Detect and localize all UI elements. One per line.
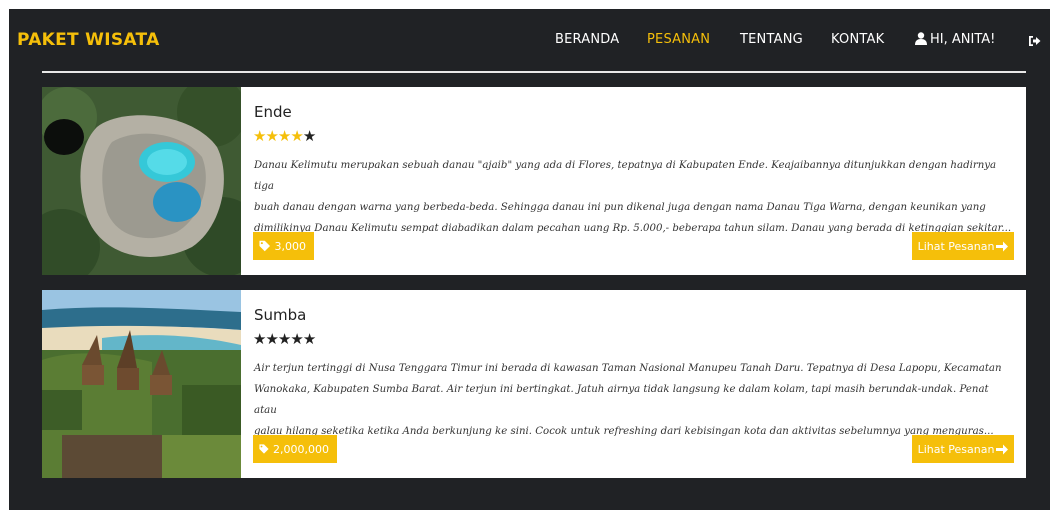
package-description: Air terjun tertinggi di Nusa Tenggara Ti… [254,358,1014,442]
package-title: Ende [254,103,292,121]
arrow-right-icon [996,241,1009,251]
description-line: Air terjun tertinggi di Nusa Tenggara Ti… [254,363,1002,374]
star-icon: ★ [302,330,316,348]
price-badge: 2,000,000 [253,435,337,463]
price-value: 3,000 [274,239,307,253]
star-icon: ★ [290,330,303,348]
star-icon: ★ [277,127,291,145]
divider [42,71,1026,73]
user-icon [915,32,927,45]
arrow-right-icon [996,444,1009,454]
package-image-ende [42,87,241,275]
star-icon: ★ [265,127,278,145]
rating-stars: ★★★★★ [253,127,316,145]
star-icon: ★ [253,330,266,348]
view-order-label: Lihat Pesanan [917,239,995,253]
package-card-sumba: Sumba ★★★★★ Air terjun tertinggi di Nusa… [42,290,1026,478]
star-icon: ★ [265,330,278,348]
description-line: galau hilang seketika ketika Anda berkun… [254,426,994,437]
package-description: Danau Kelimutu merupakan sebuah danau "a… [254,155,1014,239]
price-value: 2,000,000 [273,442,329,456]
price-badge: 3,000 [253,232,314,260]
app-root: PAKET WISATA BERANDA PESANAN TENTANG KON… [9,9,1050,510]
tag-icon [259,240,271,252]
view-order-button[interactable]: Lihat Pesanan [912,232,1014,260]
description-line: Danau Kelimutu merupakan sebuah danau "a… [254,160,997,192]
description-line: buah danau dengan warna yang berbeda-bed… [254,202,986,213]
user-menu[interactable]: HI, ANITA! [915,32,995,47]
logout-button[interactable] [1028,32,1041,51]
user-greeting: HI, ANITA! [930,32,996,47]
nav-link-pesanan[interactable]: PESANAN [647,32,710,47]
brand-logo[interactable]: PAKET WISATA [17,30,160,50]
view-order-label: Lihat Pesanan [917,442,995,456]
package-card-ende: Ende ★★★★★ Danau Kelimutu merupakan sebu… [42,87,1026,275]
star-icon: ★ [290,127,303,145]
nav-link-beranda[interactable]: BERANDA [555,32,619,47]
star-icon: ★ [253,127,266,145]
description-line: Wanokaka, Kabupaten Sumba Barat. Air ter… [254,384,989,416]
rating-stars: ★★★★★ [253,330,316,348]
sign-out-icon [1029,36,1041,46]
navbar: PAKET WISATA BERANDA PESANAN TENTANG KON… [9,9,1050,71]
star-icon: ★ [302,127,316,145]
nav-link-tentang[interactable]: TENTANG [740,32,803,47]
package-title: Sumba [254,306,307,324]
nav-link-kontak[interactable]: KONTAK [831,32,884,47]
tag-icon [259,444,269,454]
star-icon: ★ [277,330,291,348]
description-line: dimilikinya Danau Kelimutu sempat diabad… [254,223,1012,234]
package-image-sumba [42,290,241,478]
view-order-button[interactable]: Lihat Pesanan [912,435,1014,463]
